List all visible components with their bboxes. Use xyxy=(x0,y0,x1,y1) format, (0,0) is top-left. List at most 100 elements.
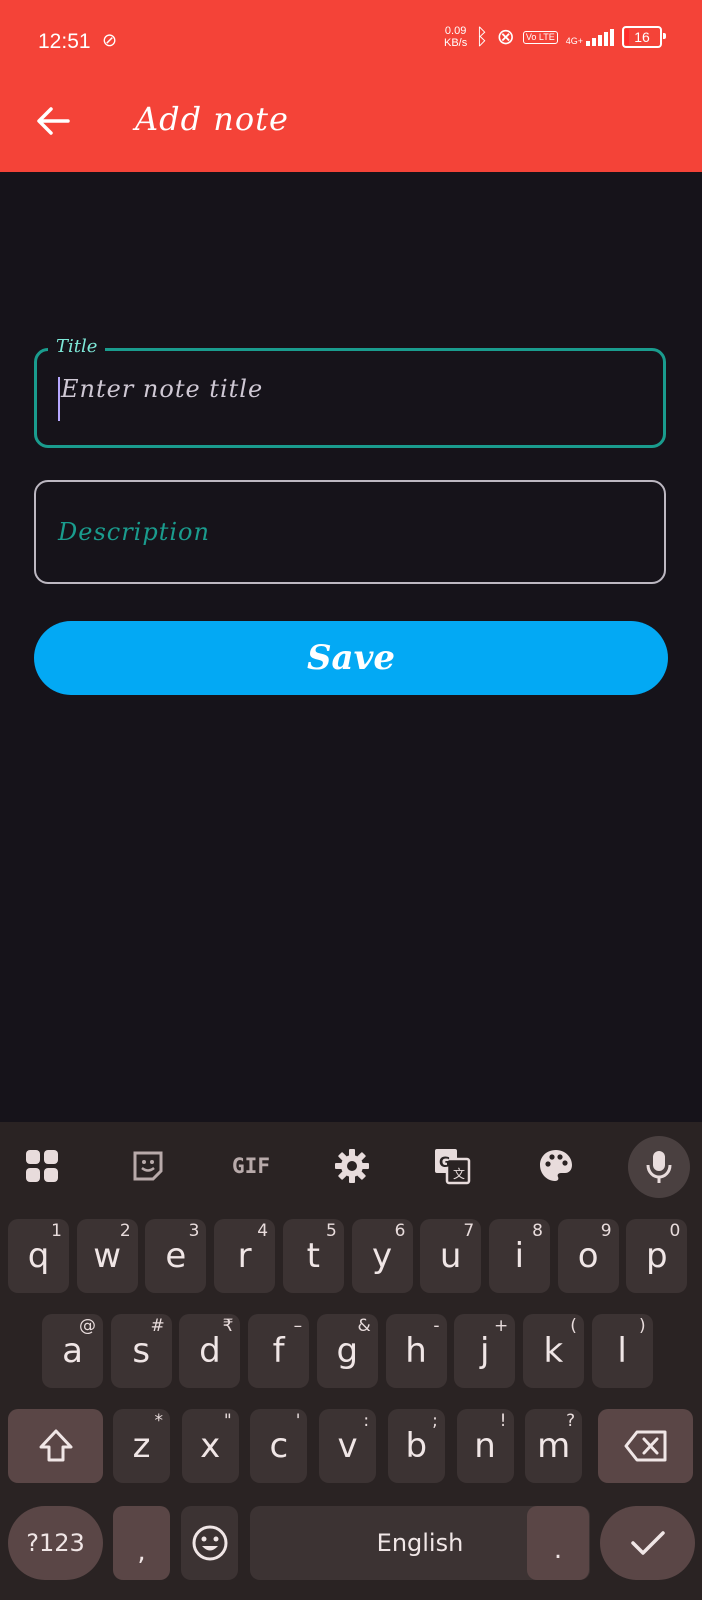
key-hint: 9 xyxy=(600,1221,612,1241)
key-l[interactable]: l) xyxy=(591,1314,653,1388)
key-k[interactable]: k( xyxy=(522,1314,584,1388)
emoji-key[interactable] xyxy=(181,1506,238,1580)
key-hint: 3 xyxy=(188,1221,200,1241)
description-input[interactable]: Description xyxy=(34,480,666,584)
key-label: t xyxy=(306,1236,320,1276)
volte-badge: Vo LTE xyxy=(522,30,558,44)
battery-level: 16 xyxy=(634,29,650,45)
sticker-icon[interactable] xyxy=(126,1144,170,1188)
period-key[interactable]: . xyxy=(527,1506,589,1580)
signal-block: 4G+ xyxy=(566,28,614,46)
title-input[interactable]: Enter note title xyxy=(34,348,666,448)
svg-text:G: G xyxy=(439,1155,451,1171)
key-d[interactable]: d ₹ xyxy=(179,1314,241,1388)
key-u[interactable]: u7 xyxy=(420,1219,482,1293)
key-label: u xyxy=(439,1236,462,1276)
back-button[interactable] xyxy=(30,98,76,144)
gif-button[interactable]: GIF xyxy=(226,1144,276,1188)
key-y[interactable]: y6 xyxy=(351,1219,413,1293)
space-label: English xyxy=(376,1529,464,1557)
sticker-glyph xyxy=(133,1151,163,1181)
period-label: . xyxy=(553,1535,563,1565)
key-hint: : xyxy=(363,1411,370,1431)
key-i[interactable]: i8 xyxy=(488,1219,550,1293)
key-label: h xyxy=(405,1331,427,1371)
hotspot-link-icon: ⊗ xyxy=(496,24,515,49)
key-w[interactable]: w2 xyxy=(76,1219,138,1293)
key-n[interactable]: n! xyxy=(456,1409,514,1483)
key-hint: * xyxy=(154,1411,164,1431)
key-s[interactable]: s # xyxy=(110,1314,172,1388)
network-type: 4G+ xyxy=(565,36,583,46)
key-e[interactable]: e3 xyxy=(145,1219,207,1293)
key-hint: 0 xyxy=(669,1221,681,1241)
symbols-key[interactable]: ?123 xyxy=(8,1506,103,1580)
key-hint: " xyxy=(223,1411,232,1431)
enter-key[interactable] xyxy=(600,1506,695,1580)
palette-glyph xyxy=(540,1150,572,1181)
key-label: r xyxy=(237,1236,252,1276)
key-hint: 7 xyxy=(463,1221,475,1241)
key-p[interactable]: p0 xyxy=(626,1219,688,1293)
key-label: a xyxy=(62,1331,83,1371)
microphone-button[interactable] xyxy=(628,1136,690,1198)
text-cursor xyxy=(58,377,60,421)
app-bar: 12:51 ⊘ 0.09 KB/s ᛒ ⊗ Vo LTE 4G+ 16 Add … xyxy=(0,0,702,172)
key-hint: ₹ xyxy=(222,1316,234,1336)
translate-icon[interactable]: G 文 xyxy=(430,1144,474,1188)
key-label: b xyxy=(405,1426,428,1466)
comma-label: , xyxy=(137,1537,146,1567)
key-hint: # xyxy=(150,1316,165,1336)
key-label: p xyxy=(646,1236,668,1276)
key-label: o xyxy=(577,1236,599,1276)
key-a[interactable]: a @ xyxy=(42,1314,103,1388)
key-c[interactable]: c ' xyxy=(250,1409,308,1483)
shift-key[interactable] xyxy=(8,1409,103,1483)
key-hint: ! xyxy=(499,1411,507,1431)
save-button[interactable]: Save xyxy=(34,621,668,695)
key-label: f xyxy=(272,1331,285,1371)
key-hint: – xyxy=(293,1316,303,1336)
key-label: g xyxy=(336,1331,359,1371)
key-label: k xyxy=(543,1331,564,1371)
description-placeholder: Description xyxy=(58,518,210,546)
key-label: d xyxy=(199,1331,221,1371)
key-x[interactable]: x " xyxy=(181,1409,239,1483)
apps-grid-icon[interactable] xyxy=(20,1144,64,1188)
microphone-icon xyxy=(646,1151,672,1183)
key-label: s xyxy=(132,1331,151,1371)
key-b[interactable]: b; xyxy=(387,1409,445,1483)
key-label: x xyxy=(200,1426,221,1466)
bluetooth-icon: ᛒ xyxy=(475,24,489,49)
key-label: y xyxy=(371,1236,393,1276)
key-h[interactable]: h- xyxy=(385,1314,447,1388)
battery-icon: 16 xyxy=(622,26,666,48)
key-t[interactable]: t5 xyxy=(282,1219,344,1293)
key-q[interactable]: q1 xyxy=(8,1219,69,1293)
key-f[interactable]: f – xyxy=(248,1314,310,1388)
key-label: w xyxy=(93,1236,122,1276)
key-m[interactable]: m? xyxy=(525,1409,583,1483)
shift-icon xyxy=(39,1429,72,1462)
key-r[interactable]: r4 xyxy=(214,1219,276,1293)
title-label: Title xyxy=(48,336,106,357)
key-hint: 6 xyxy=(394,1221,406,1241)
net-speed-value: 0.09 xyxy=(444,25,467,37)
net-speed-unit: KB/s xyxy=(444,37,468,49)
key-v[interactable]: v: xyxy=(319,1409,377,1483)
status-icons: 0.09 KB/s ᛒ ⊗ Vo LTE 4G+ 16 xyxy=(444,24,666,50)
key-o[interactable]: o9 xyxy=(557,1219,619,1293)
translate-glyph: G 文 xyxy=(435,1149,471,1185)
key-label: z xyxy=(132,1426,151,1466)
keyboard: GIF G 文 q 1 w 2 e 3 r 4 t 5 y 6 u 7 i 8 … xyxy=(0,1122,702,1600)
key-z[interactable]: z * xyxy=(113,1409,170,1483)
link-icon: ⊘ xyxy=(102,30,118,51)
key-label: c xyxy=(269,1426,289,1466)
palette-icon[interactable] xyxy=(534,1144,578,1188)
backspace-key[interactable] xyxy=(598,1409,693,1483)
key-j[interactable]: j + xyxy=(454,1314,516,1388)
signal-bars-icon xyxy=(586,28,614,46)
settings-gear-icon[interactable] xyxy=(330,1144,374,1188)
key-g[interactable]: g & xyxy=(316,1314,378,1388)
comma-key[interactable]: , xyxy=(113,1506,170,1580)
